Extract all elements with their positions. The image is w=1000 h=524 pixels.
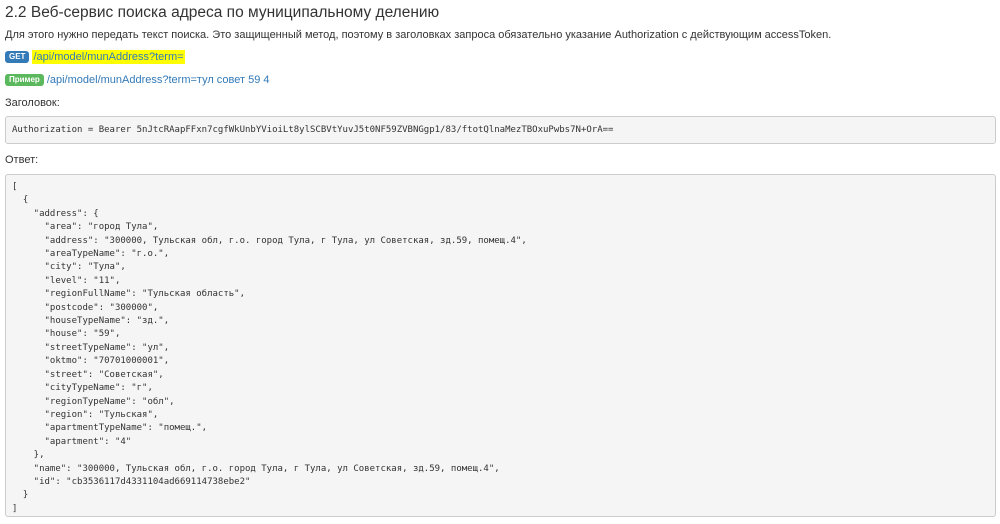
example-link[interactable]: /api/model/munAddress?term=тул совет 59 … [47,73,270,87]
api-doc-section: 2.2 Веб-сервис поиска адреса по муниципа… [5,0,996,517]
header-label: Заголовок: [5,97,60,109]
endpoint-row: GET /api/model/munAddress?term= [5,50,996,64]
example-badge: Пример [5,74,44,86]
endpoint-path: /api/model/munAddress?term= [32,50,185,64]
section-description: Для этого нужно передать текст поиска. Э… [5,29,832,41]
get-method-badge: GET [5,51,30,63]
header-code-block: Authorization = Bearer 5nJtcRAapFFxn7cgf… [5,116,996,144]
example-row: Пример /api/model/munAddress?term=тул со… [5,73,996,87]
response-label: Ответ: [5,154,39,166]
section-title: 2.2 Веб-сервис поиска адреса по муниципа… [5,4,440,21]
response-code-block: [ { "address": { "area": "город Тула", "… [5,174,996,517]
